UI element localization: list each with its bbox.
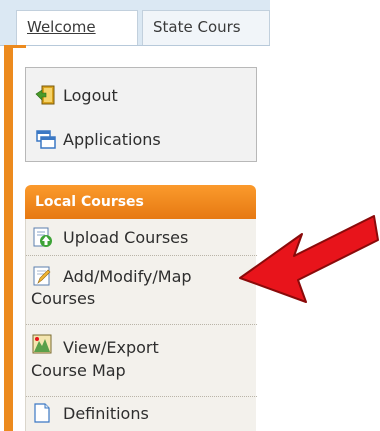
menu-item-label: Upload Courses: [63, 228, 189, 247]
tab-welcome[interactable]: Welcome: [16, 10, 138, 45]
windows-icon: [36, 130, 56, 149]
map-icon: [32, 334, 52, 354]
edit-icon: [33, 266, 51, 286]
menu-item-view-export-course-map[interactable]: View/Export Course Map: [26, 325, 257, 397]
local-courses-header: Local Courses: [25, 185, 256, 219]
logout-link[interactable]: Logout: [35, 84, 118, 106]
door-exit-icon: [35, 85, 55, 105]
local-courses-panel: Upload Courses Add/Modify/Map Courses Vi…: [25, 219, 257, 431]
applications-link[interactable]: Applications: [35, 128, 161, 150]
menu-item-definitions[interactable]: Definitions: [26, 397, 257, 431]
logout-label: Logout: [63, 85, 118, 105]
sidebar-accent-rail: [4, 45, 13, 431]
document-icon: [34, 403, 50, 423]
user-menu-box: Logout Applications: [25, 67, 257, 162]
menu-item-label-line2: Courses: [31, 289, 96, 308]
red-arrow-icon: [239, 215, 379, 303]
sidebar-accent-cap: [4, 45, 26, 57]
menu-item-label-line2: Course Map: [31, 361, 126, 380]
menu-item-upload-courses[interactable]: Upload Courses: [26, 219, 257, 256]
menu-item-label-line1: View/Export: [63, 338, 159, 357]
tab-state-courses[interactable]: State Cours: [142, 10, 270, 45]
menu-item-label-line1: Add/Modify/Map: [63, 267, 192, 286]
upload-icon: [33, 227, 52, 247]
applications-label: Applications: [63, 129, 161, 149]
tab-strip: Welcome State Cours: [0, 0, 270, 46]
menu-item-label: Definitions: [63, 404, 149, 423]
menu-item-add-modify-map-courses[interactable]: Add/Modify/Map Courses: [26, 256, 257, 325]
